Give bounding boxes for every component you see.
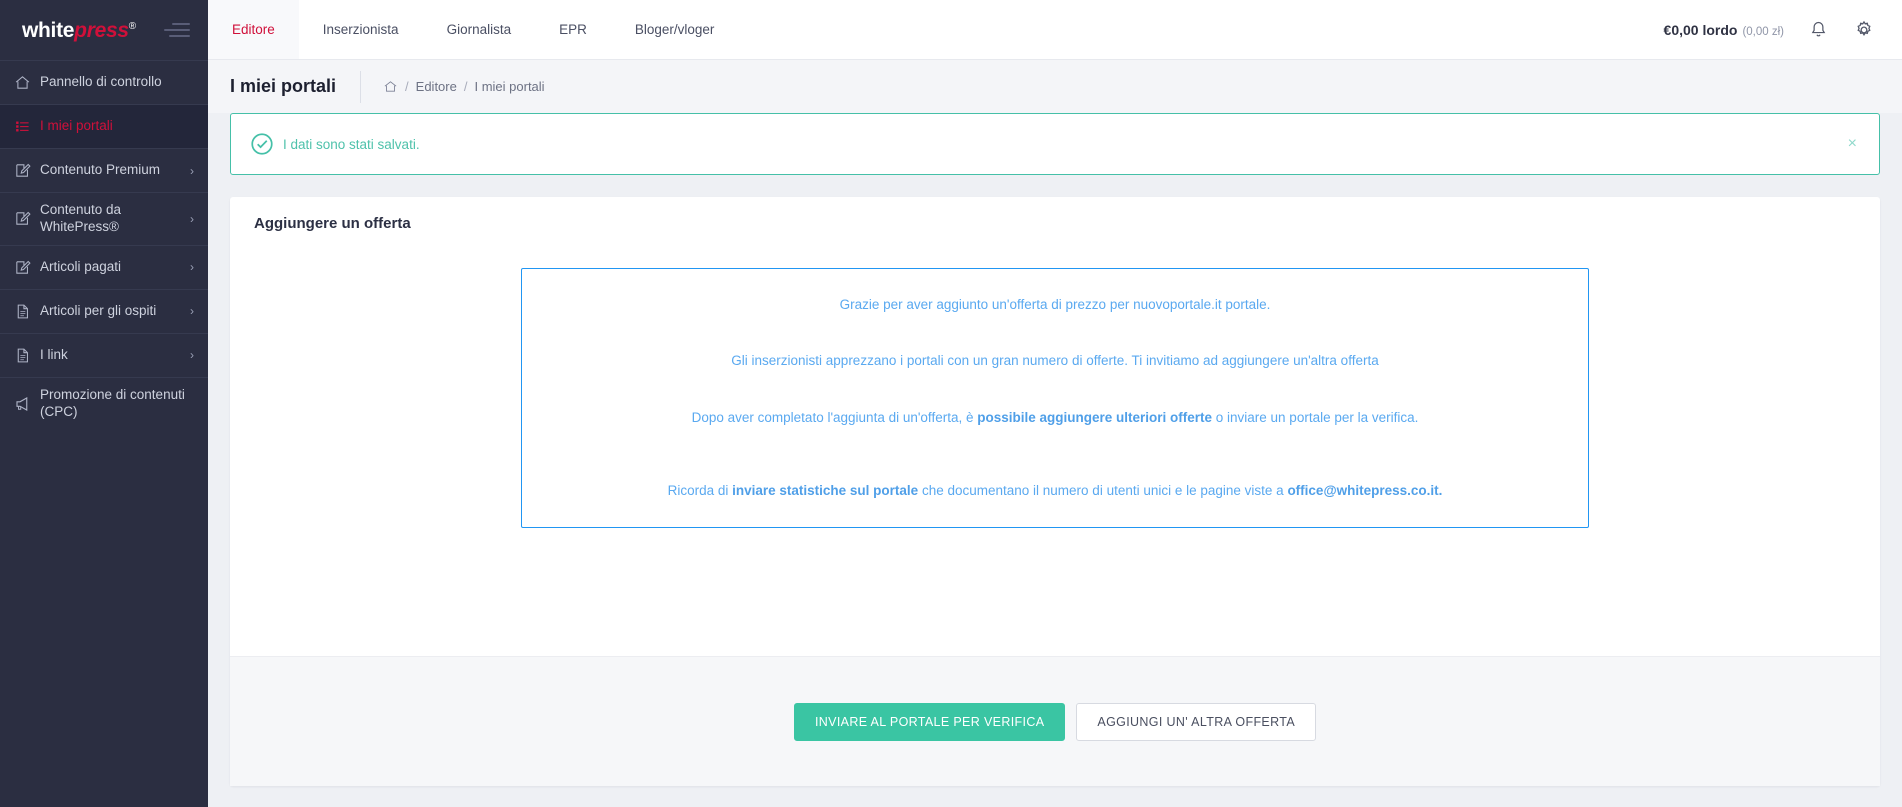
balance-secondary: (0,00 zł) [1742,25,1784,38]
alert-message: I dati sono stati salvati. [283,136,420,152]
card-footer: INVIARE AL PORTALE PER VERIFICA AGGIUNGI… [230,656,1880,786]
info-line-4-bold: inviare statistiche sul portale [732,482,919,498]
home-icon[interactable] [383,79,398,94]
sidebar: whitepress® Pannello di controllo I miei… [0,0,208,807]
chevron-right-icon: › [190,211,194,226]
info-line-3: Dopo aver completato l'aggiunta di un'of… [548,408,1562,428]
info-line-3-pre: Dopo aver completato l'aggiunta di un'of… [691,409,978,425]
sidebar-item-i-miei-portali[interactable]: I miei portali [0,104,208,148]
document-icon [14,303,40,320]
info-line-3-bold: possibile aggiungere ulteriori offerte [977,409,1213,425]
page-header: I miei portali / Editore / I miei portal… [208,60,1902,113]
page-content: I dati sono stati salvati. × Aggiungere … [208,113,1902,807]
sidebar-item-label: Articoli per gli ospiti [40,302,157,318]
document-icon [14,347,40,364]
role-tabs: Editore Inserzionista Giornalista EPR Bl… [208,0,738,59]
info-line-4-pre: Ricorda di [667,482,733,498]
sidebar-item-label: Contenuto Premium [40,162,161,178]
sidebar-item-label: I miei portali [40,118,113,134]
logo-registered-mark: ® [128,20,136,32]
sidebar-item-label: I link [40,346,68,362]
logo-text-white: white [22,18,75,42]
sidebar-toggle-icon[interactable] [164,23,190,37]
edit-document-icon [14,210,40,227]
card-title: Aggiungere un offerta [254,215,411,232]
tab-inserzionista[interactable]: Inserzionista [299,0,423,59]
check-circle-icon [241,131,283,157]
success-alert: I dati sono stati salvati. × [230,113,1880,175]
sidebar-item-label: Contenuto da WhitePress® [40,202,122,234]
sidebar-item-articoli-pagati[interactable]: Articoli pagati › [0,244,208,289]
balance-primary: €0,00 lordo [1663,21,1738,38]
info-line-1: Grazie per aver aggiunto un'offerta di p… [839,297,1271,312]
chevron-right-icon: › [190,163,194,178]
breadcrumb-separator: / [463,79,468,94]
account-balance[interactable]: €0,00 lordo (0,00 zł) [1664,22,1784,38]
app-root: whitepress® Pannello di controllo I miei… [0,0,1902,807]
sidebar-item-i-link[interactable]: I link › [0,332,208,377]
top-navigation-bar: Editore Inserzionista Giornalista EPR Bl… [208,0,1902,60]
megaphone-icon [14,395,40,413]
edit-document-icon [14,162,40,179]
whitepress-logo[interactable]: whitepress® [22,20,136,41]
main-area: Editore Inserzionista Giornalista EPR Bl… [208,0,1902,807]
logo-text-press: press [74,18,129,42]
info-line-2: Gli inserzionisti apprezzano i portali c… [731,353,1379,369]
edit-document-icon [14,259,40,276]
info-line-4: Ricorda di inviare statistiche sul porta… [548,481,1562,501]
info-box: Grazie per aver aggiunto un'offerta di p… [521,268,1589,528]
sidebar-item-label: Promozione di contenuti (CPC) [40,386,185,419]
gear-icon[interactable] [1852,18,1876,42]
card-body: Grazie per aver aggiunto un'offerta di p… [230,246,1880,656]
top-right-controls: €0,00 lordo (0,00 zł) [1664,0,1902,59]
sidebar-item-contenuto-premium[interactable]: Contenuto Premium › [0,148,208,192]
chevron-right-icon: › [190,260,194,275]
info-line-4-mid: che documentano il numero di utenti unic… [918,482,1288,498]
add-another-offer-button[interactable]: AGGIUNGI UN' ALTRA OFFERTA [1076,702,1317,741]
list-icon [14,118,40,135]
tab-bloger-vloger[interactable]: Bloger/vloger [611,0,739,59]
info-line-3-post: o inviare un portale per la verifica. [1212,409,1419,425]
breadcrumb-item-editore[interactable]: Editore [416,79,457,94]
sidebar-item-promozione-di-contenuti-cpc[interactable]: Promozione di contenuti (CPC) [0,376,208,430]
breadcrumb: / Editore / I miei portali [360,70,545,103]
brand-header: whitepress® [0,0,208,60]
sidebar-item-articoli-per-gli-ospiti[interactable]: Articoli per gli ospiti › [0,288,208,333]
breadcrumb-separator: / [405,79,409,94]
chevron-right-icon: › [190,348,194,363]
offer-card: Aggiungere un offerta Grazie per aver ag… [230,197,1880,786]
tab-giornalista[interactable]: Giornalista [423,0,536,59]
sidebar-item-pannello-di-controllo[interactable]: Pannello di controllo [0,60,208,104]
chevron-right-icon: › [190,304,194,319]
sidebar-item-label: Pannello di controllo [40,74,162,90]
tab-editore[interactable]: Editore [208,0,299,59]
tab-epr[interactable]: EPR [535,0,611,59]
bell-icon[interactable] [1806,18,1830,42]
sidebar-item-label: Articoli pagati [40,258,122,274]
close-icon[interactable]: × [1842,132,1863,156]
sidebar-item-contenuto-da-whitepress[interactable]: Contenuto da WhitePress® › [0,192,208,245]
info-line-4-email: office@whitepress.co.it. [1287,482,1443,498]
page-title: I miei portali [230,76,337,96]
home-icon [14,74,40,91]
sidebar-nav: Pannello di controllo I miei portali Con… [0,60,208,430]
breadcrumb-item-current: I miei portali [474,79,545,94]
submit-portal-for-verification-button[interactable]: INVIARE AL PORTALE PER VERIFICA [793,702,1066,741]
